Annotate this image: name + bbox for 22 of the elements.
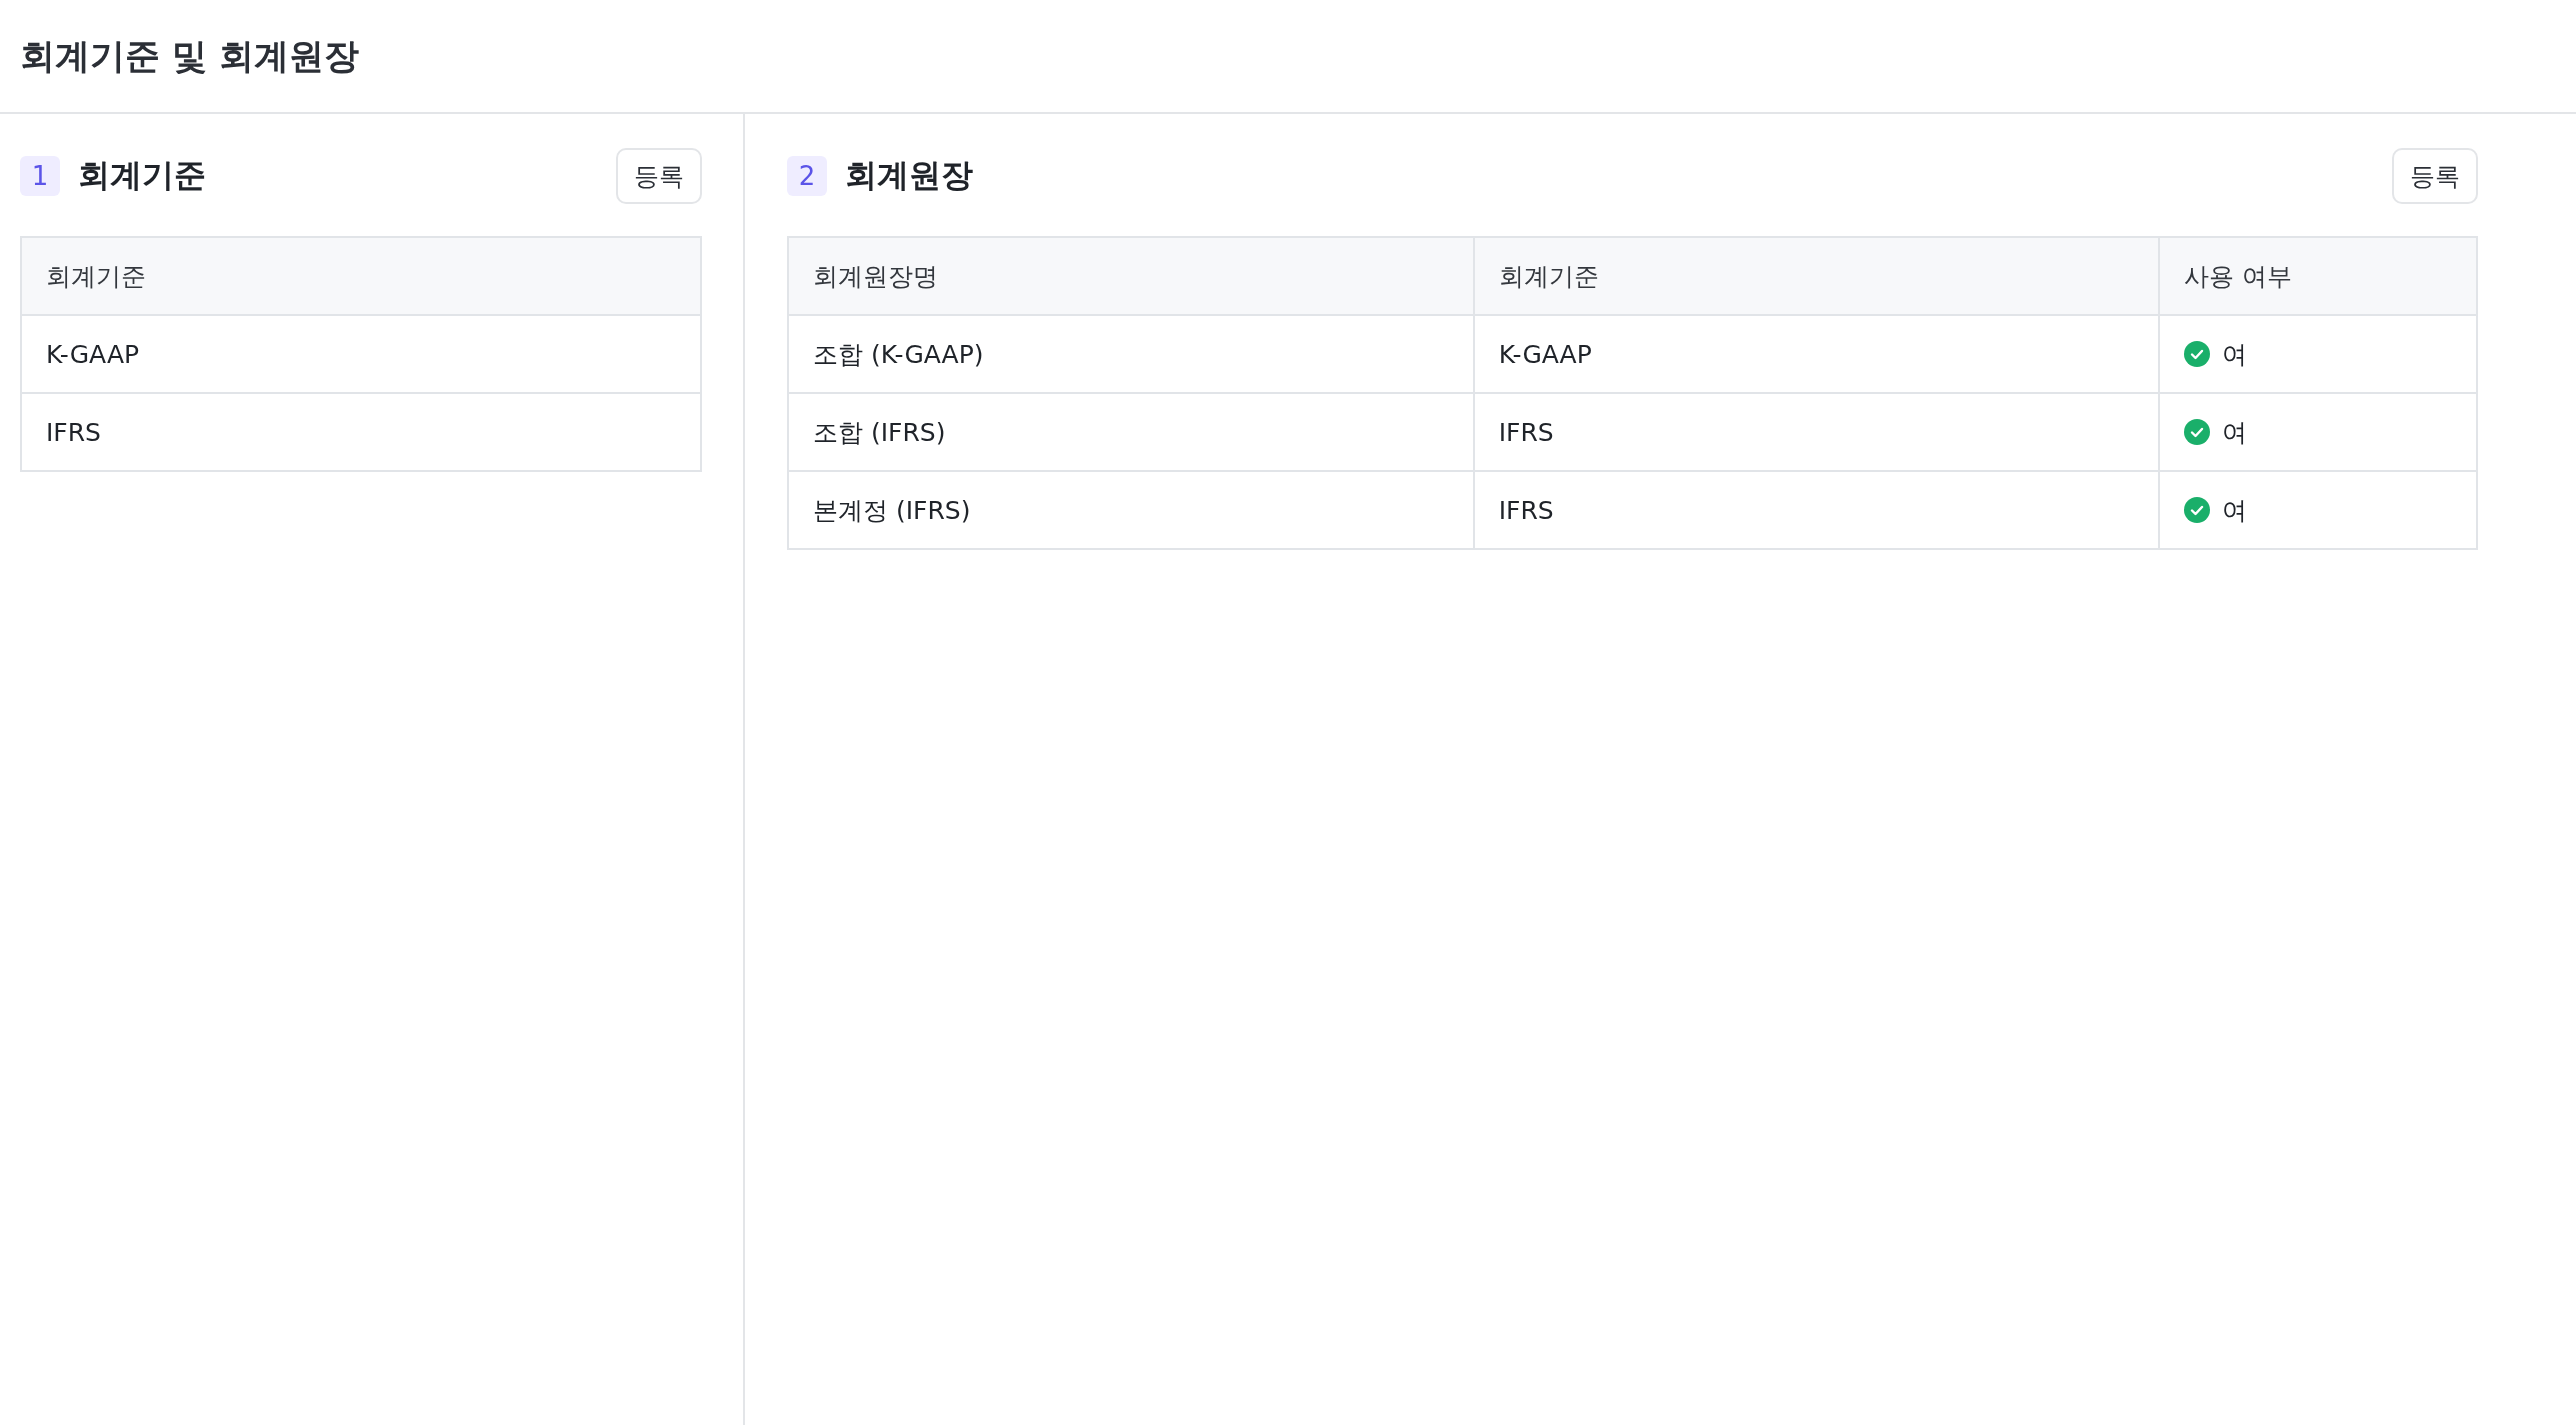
table-cell: 본계정 (IFRS)	[788, 471, 1474, 549]
column-header: 회계기준	[1473, 237, 2160, 315]
column-header: 사용 여부	[2159, 237, 2477, 315]
table-cell: 조합 (IFRS)	[788, 393, 1474, 471]
table-cell: 조합 (K-GAAP)	[788, 315, 1474, 393]
column-header: 회계원장명	[788, 237, 1474, 315]
column-header: 회계기준	[21, 237, 701, 315]
section-title: 회계원장	[845, 155, 973, 196]
status-text: 여	[2222, 416, 2248, 449]
step-number-badge: 1	[20, 156, 60, 196]
register-button[interactable]: 등록	[616, 148, 702, 204]
table-cell: K-GAAP	[21, 315, 701, 393]
register-button[interactable]: 등록	[2392, 148, 2478, 204]
status-text: 여	[2222, 494, 2248, 527]
section-title: 회계기준	[78, 155, 206, 196]
step-number-badge: 2	[787, 156, 827, 196]
table-cell: IFRS	[21, 393, 701, 471]
table-cell: K-GAAP	[1473, 315, 2160, 393]
status-text: 여	[2222, 338, 2248, 371]
table-cell: IFRS	[1473, 393, 2160, 471]
page-title: 회계기준 및 회계원장	[20, 34, 360, 78]
table-cell: IFRS	[1473, 471, 2160, 549]
